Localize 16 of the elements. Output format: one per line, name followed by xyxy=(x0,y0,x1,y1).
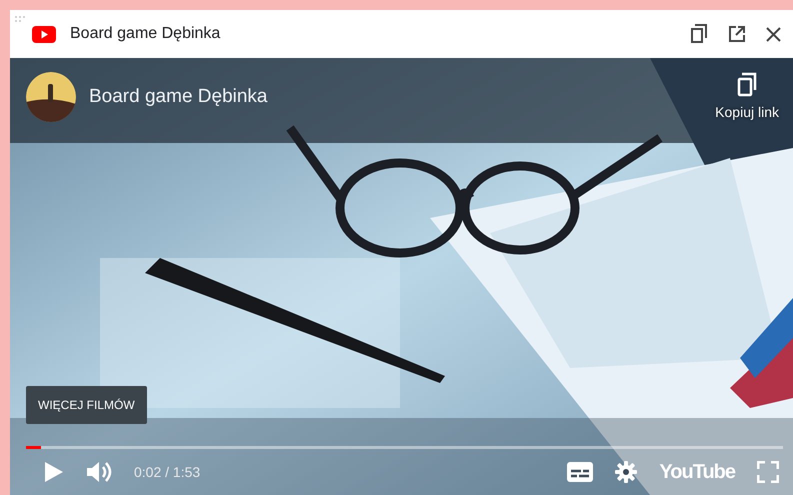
more-videos-button[interactable]: WIĘCEJ FILMÓW xyxy=(26,386,147,424)
subtitles-icon[interactable] xyxy=(567,462,594,482)
settings-icon[interactable] xyxy=(615,461,638,483)
copy-link-button[interactable]: Kopiuj link xyxy=(715,72,779,120)
play-logo-icon xyxy=(32,26,56,42)
video-title[interactable]: Board game Dębinka xyxy=(89,86,716,108)
volume-icon[interactable] xyxy=(86,461,112,483)
window-title: Board game Dębinka xyxy=(70,25,222,43)
close-icon[interactable] xyxy=(766,26,781,42)
time-display: 0:02 / 1:53 xyxy=(134,464,200,480)
channel-avatar-icon[interactable] xyxy=(26,72,76,122)
play-icon[interactable] xyxy=(44,461,64,483)
copy-icon xyxy=(736,72,758,98)
copy-icon[interactable] xyxy=(690,24,708,44)
drag-handle-icon[interactable] xyxy=(15,16,25,24)
external-link-icon[interactable] xyxy=(728,25,746,43)
